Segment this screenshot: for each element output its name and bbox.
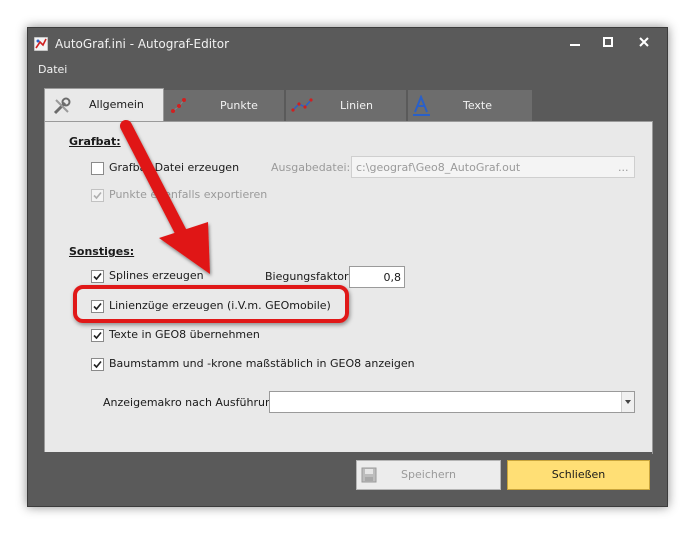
close-icon [639,37,649,47]
baumstamm-label: Baumstamm und -krone maßstäblich in GEO8… [109,357,415,370]
floppy-disk-icon [361,467,377,483]
editor-window: AutoGraf.ini - Autograf-Editor Datei All… [27,27,668,507]
minimize-icon [570,44,580,46]
macro-dropdown-button[interactable] [621,392,634,412]
bend-factor-label: Biegungsfaktor: [265,270,353,283]
export-points-label: Punkte ebenfalls exportieren [109,188,268,201]
lines-icon [291,98,313,112]
maximize-button[interactable] [593,34,623,54]
checkmark-icon [93,272,102,281]
output-file-input[interactable]: c:\geograf\Geo8_AutoGraf.out ... [351,156,635,178]
app-icon [34,37,48,51]
export-points-checkbox[interactable] [91,189,104,202]
grafbat-heading: Grafbat: [69,135,121,148]
checkmark-icon [93,360,102,369]
bend-factor-value: 0,8 [383,271,402,284]
points-icon [171,98,186,113]
tab-strip: Allgemein Punkte Linien Texte [44,88,652,123]
sonstiges-heading: Sonstiges: [69,245,135,258]
tab-linien-label: Linien [340,99,373,112]
annotation-highlight-box [73,285,349,323]
menu-file[interactable]: Datei [38,63,67,76]
macro-select[interactable] [269,391,635,413]
minimize-button[interactable] [560,34,590,54]
close-window-button[interactable] [629,34,659,54]
tab-linien[interactable]: Linien [286,90,406,122]
baumstamm-checkbox[interactable] [91,358,104,371]
splines-label: Splines erzeugen [109,269,204,282]
save-button-label: Speichern [401,468,456,481]
tools-icon [53,97,71,115]
chevron-down-icon [625,400,631,404]
macro-label: Anzeigemakro nach Ausführung: [103,396,283,409]
tab-texte[interactable]: Texte [408,90,532,122]
texte-checkbox[interactable] [91,329,104,342]
tab-allgemein[interactable]: Allgemein [44,88,164,123]
maximize-icon [603,37,613,47]
checkmark-icon [93,331,102,340]
splines-checkbox[interactable] [91,270,104,283]
tab-punkte-label: Punkte [220,99,258,112]
close-button-label: Schließen [551,468,606,481]
browse-button[interactable]: ... [618,161,629,174]
text-icon [413,95,430,116]
title-bar[interactable]: AutoGraf.ini - Autograf-Editor [28,28,667,60]
bend-factor-input[interactable]: 0,8 [349,266,405,288]
output-file-label: Ausgabedatei: [271,161,351,174]
checkmark-icon [93,191,102,200]
close-button[interactable]: Schließen [507,460,650,490]
menu-bar: Datei [28,60,667,80]
grafbat-file-label: Grafbat-Datei erzeugen [109,161,240,174]
texte-label: Texte in GEO8 übernehmen [109,328,260,341]
tab-texte-label: Texte [463,99,493,112]
save-button[interactable]: Speichern [356,460,501,490]
tab-punkte[interactable]: Punkte [164,90,284,122]
tab-allgemein-label: Allgemein [89,98,144,111]
grafbat-file-checkbox[interactable] [91,162,104,175]
footer-bar: Speichern Schließen [44,452,652,496]
output-file-value: c:\geograf\Geo8_AutoGraf.out [356,161,521,174]
window-title: AutoGraf.ini - Autograf-Editor [55,37,230,51]
